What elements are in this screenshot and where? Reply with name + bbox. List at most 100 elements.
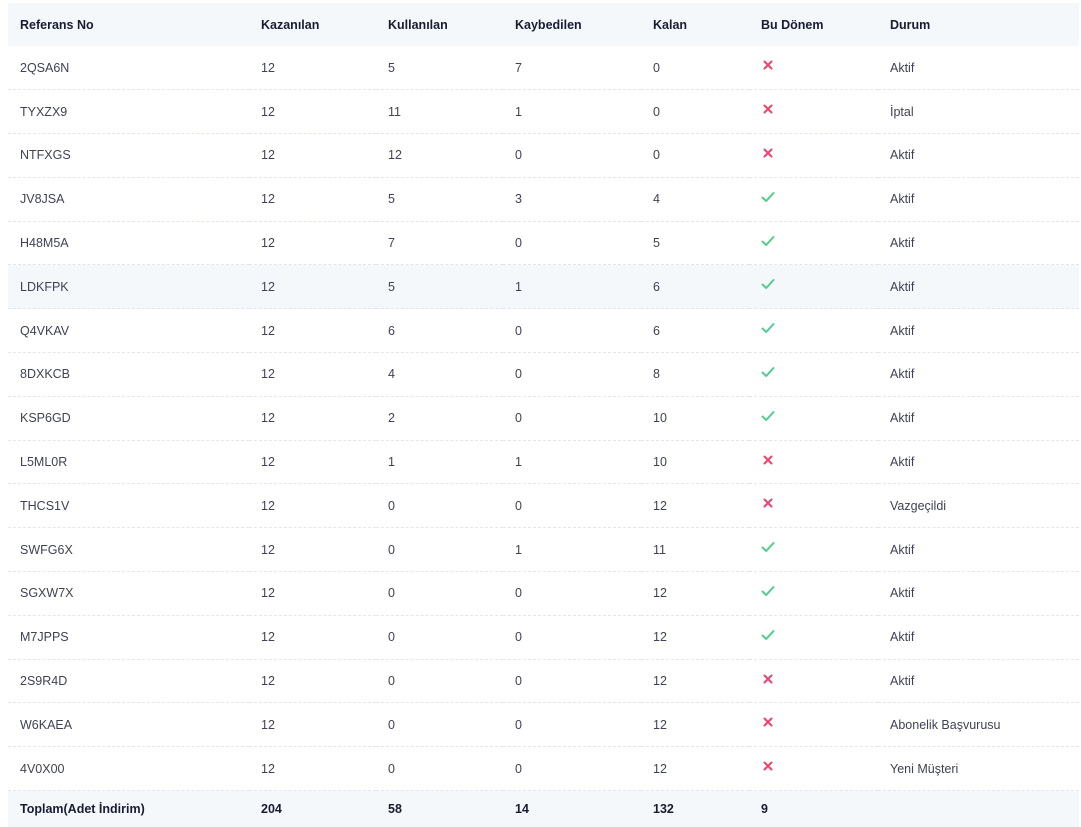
- cell-kaybedilen: 3: [515, 192, 522, 207]
- discount-table: Referans No Kazanılan Kullanılan Kaybedi…: [8, 3, 1079, 827]
- cell-kaybedilen: 0: [515, 674, 522, 689]
- table-row[interactable]: JV8JSA 12 5 3 4 Aktif: [8, 177, 1079, 222]
- cell-kullanilan: 0: [388, 761, 395, 776]
- cell-referans-no: L5ML0R: [20, 455, 68, 470]
- header-kalan[interactable]: Kalan: [641, 3, 749, 46]
- table-header: Referans No Kazanılan Kullanılan Kaybedi…: [8, 3, 1079, 46]
- cross-icon: [761, 760, 777, 774]
- cell-kazanilan: 12: [261, 236, 275, 251]
- table-row[interactable]: Q4VKAV 12 6 0 6 Aktif: [8, 309, 1079, 353]
- totals-row: Toplam(Adet İndirim) 204 58 14 132 9: [8, 790, 1079, 827]
- header-kaybedilen[interactable]: Kaybedilen: [503, 3, 641, 46]
- total-kazanilan: 204: [261, 801, 282, 816]
- table-row[interactable]: L5ML0R 12 1 1 10 Aktif: [8, 440, 1079, 484]
- check-icon: [761, 541, 777, 555]
- cell-kullanilan: 5: [388, 279, 395, 294]
- table-row[interactable]: 4V0X00 12 0 0 12 Yeni Müşteri: [8, 747, 1079, 791]
- header-bu-donem[interactable]: Bu Dönem: [749, 3, 878, 46]
- cell-kaybedilen: 1: [515, 279, 522, 294]
- table-row[interactable]: LDKFPK 12 5 1 6 Aktif: [8, 264, 1079, 309]
- cell-kullanilan: 6: [388, 323, 395, 338]
- table-row[interactable]: SWFG6X 12 0 1 11 Aktif: [8, 528, 1079, 572]
- cell-kalan: 12: [653, 586, 667, 601]
- check-icon: [761, 191, 777, 205]
- cell-kalan: 0: [653, 104, 660, 119]
- cell-durum: Vazgeçildi: [890, 498, 947, 513]
- cell-kaybedilen: 0: [515, 717, 522, 732]
- check-icon: [761, 235, 777, 249]
- cell-bu-donem: [749, 309, 878, 353]
- cell-kullanilan: 4: [388, 367, 395, 382]
- cell-kullanilan: 1: [388, 455, 395, 470]
- cell-kullanilan: 0: [388, 674, 395, 689]
- cell-durum: Aktif: [890, 279, 915, 294]
- cell-kazanilan: 12: [261, 717, 275, 732]
- cell-kaybedilen: 0: [515, 148, 522, 163]
- table-row[interactable]: TYXZX9 12 11 1 0 İptal: [8, 90, 1079, 134]
- cell-durum: Aktif: [890, 542, 915, 557]
- cell-kaybedilen: 1: [515, 542, 522, 557]
- table-row[interactable]: H48M5A 12 7 0 5 Aktif: [8, 221, 1079, 265]
- table-row[interactable]: W6KAEA 12 0 0 12 Abonelik Başvurusu: [8, 703, 1079, 747]
- cell-kalan: 6: [653, 323, 660, 338]
- check-icon: [761, 366, 777, 380]
- cell-kazanilan: 12: [261, 323, 275, 338]
- cell-kalan: 12: [653, 717, 667, 732]
- cell-kaybedilen: 1: [515, 455, 522, 470]
- check-icon: [761, 585, 777, 599]
- cell-kaybedilen: 0: [515, 236, 522, 251]
- table-row[interactable]: SGXW7X 12 0 0 12 Aktif: [8, 572, 1079, 616]
- table-footer: Toplam(Adet İndirim) 204 58 14 132 9: [8, 790, 1079, 827]
- totals-label: Toplam(Adet İndirim): [20, 801, 145, 816]
- cell-kaybedilen: 0: [515, 411, 522, 426]
- cell-durum: Aktif: [890, 323, 915, 338]
- cell-durum: Aktif: [890, 455, 915, 470]
- table-row[interactable]: KSP6GD 12 2 0 10 Aktif: [8, 396, 1079, 441]
- cell-kazanilan: 12: [261, 60, 275, 75]
- table-row[interactable]: 8DXKCB 12 4 0 8 Aktif: [8, 353, 1079, 397]
- cell-bu-donem: [749, 353, 878, 397]
- cell-kaybedilen: 0: [515, 630, 522, 645]
- cell-referans-no: M7JPPS: [20, 630, 69, 645]
- cell-bu-donem: [749, 177, 878, 221]
- header-referans-no[interactable]: Referans No: [8, 3, 249, 46]
- discount-table-container: Referans No Kazanılan Kullanılan Kaybedi…: [8, 3, 1079, 827]
- header-kullanilan[interactable]: Kullanılan: [376, 3, 503, 46]
- table-row[interactable]: M7JPPS 12 0 0 12 Aktif: [8, 615, 1079, 660]
- cell-referans-no: SGXW7X: [20, 586, 74, 601]
- cell-durum: Aktif: [890, 60, 915, 75]
- total-kaybedilen: 14: [515, 801, 529, 816]
- header-kazanilan[interactable]: Kazanılan: [249, 3, 376, 46]
- cell-bu-donem: [749, 659, 878, 703]
- cell-kaybedilen: 0: [515, 586, 522, 601]
- cell-durum: Yeni Müşteri: [890, 761, 959, 776]
- table-row[interactable]: 2QSA6N 12 5 7 0 Aktif: [8, 46, 1079, 90]
- cell-kalan: 0: [653, 148, 660, 163]
- check-icon: [761, 410, 777, 424]
- cell-kalan: 12: [653, 761, 667, 776]
- table-row[interactable]: THCS1V 12 0 0 12 Vazgeçildi: [8, 484, 1079, 528]
- cell-durum: İptal: [890, 104, 914, 119]
- cell-kazanilan: 12: [261, 104, 275, 119]
- table-row[interactable]: 2S9R4D 12 0 0 12 Aktif: [8, 659, 1079, 703]
- cell-bu-donem: [749, 703, 878, 747]
- cell-kazanilan: 12: [261, 630, 275, 645]
- header-durum[interactable]: Durum: [878, 3, 1079, 46]
- cell-referans-no: KSP6GD: [20, 411, 71, 426]
- cell-referans-no: 4V0X00: [20, 761, 65, 776]
- cell-kazanilan: 12: [261, 148, 275, 163]
- cell-kullanilan: 0: [388, 542, 395, 557]
- cell-bu-donem: [749, 484, 878, 528]
- cell-durum: Aktif: [890, 192, 915, 207]
- cell-kazanilan: 12: [261, 542, 275, 557]
- cell-kazanilan: 12: [261, 367, 275, 382]
- cross-icon: [761, 103, 777, 117]
- cell-durum: Aktif: [890, 411, 915, 426]
- cell-referans-no: SWFG6X: [20, 542, 73, 557]
- cell-kazanilan: 12: [261, 192, 275, 207]
- cell-kazanilan: 12: [261, 586, 275, 601]
- check-icon: [761, 322, 777, 336]
- cell-kalan: 6: [653, 279, 660, 294]
- table-row[interactable]: NTFXGS 12 12 0 0 Aktif: [8, 134, 1079, 178]
- cell-bu-donem: [749, 747, 878, 791]
